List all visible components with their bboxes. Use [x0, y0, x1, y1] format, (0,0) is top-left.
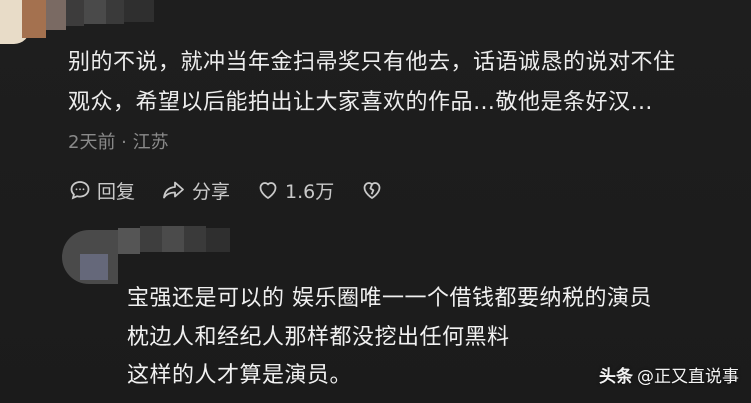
watermark-brand: 头条 [599, 367, 633, 387]
dislike-button[interactable] [360, 178, 389, 202]
watermark: 头条 @正又直说事 [599, 362, 739, 387]
top-user-mosaic [0, 0, 180, 44]
screenshot-stage: 别的不说，就冲当年金扫帚奖只有他去，话语诚恳的说对不住 观众，希望以后能拍出让大… [0, 0, 751, 403]
reply-line: 宝强还是可以的 娱乐圈唯一一个借钱都要纳税的演员 [127, 286, 652, 311]
reply-user-mosaic [62, 224, 232, 284]
comment-line: 观众，希望以后能拍出让大家喜欢的作品…敬他是条好汉… [68, 90, 654, 115]
comment-line: 别的不说，就冲当年金扫帚奖只有他去，话语诚恳的说对不住 [68, 50, 676, 75]
reply-button[interactable]: 回复 [68, 177, 135, 204]
comment-actions: 回复 分享 1.6万 [68, 175, 415, 205]
share-arrow-icon [161, 178, 192, 202]
reply-label: 回复 [97, 180, 136, 203]
like-count: 1.6万 [285, 180, 335, 203]
heart-icon [256, 178, 285, 202]
share-label: 分享 [192, 180, 231, 203]
comment-meta: 2天前 · 江苏 [68, 132, 169, 153]
like-button[interactable]: 1.6万 [256, 177, 334, 204]
comment-text: 别的不说，就冲当年金扫帚奖只有他去，话语诚恳的说对不住 观众，希望以后能拍出让大… [68, 43, 740, 123]
comment-bubble-icon [68, 178, 97, 202]
watermark-handle: @正又直说事 [637, 367, 739, 387]
share-button[interactable]: 分享 [161, 177, 230, 204]
broken-heart-icon [360, 178, 389, 202]
reply-line: 枕边人和经纪人那样都没挖出任何黑料 [127, 324, 510, 350]
